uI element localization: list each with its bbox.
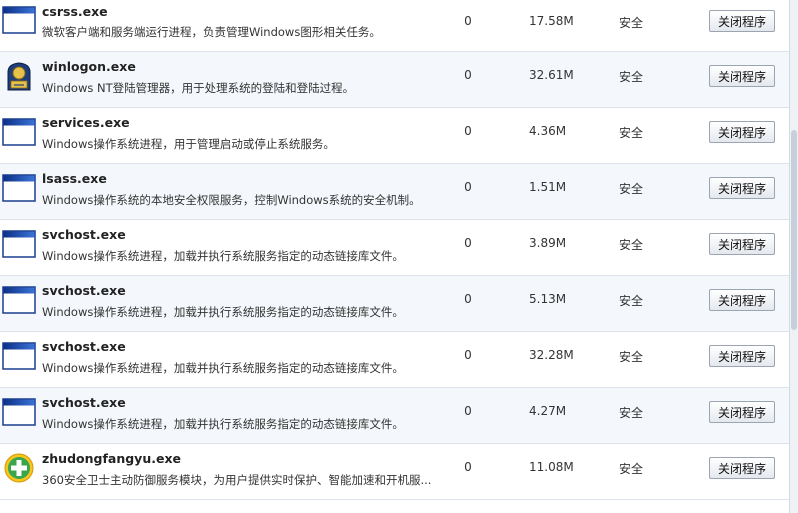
memory-usage: 32.28M [529, 348, 574, 362]
process-description: 360安全卫士主动防御服务模块，为用户提供实时保护、智能加速和开机服... [42, 473, 432, 487]
close-program-button[interactable]: 关闭程序 [709, 345, 775, 367]
memory-usage: 5.13M [529, 292, 567, 306]
process-description: Windows操作系统进程，加载并执行系统服务指定的动态链接库文件。 [42, 361, 404, 375]
close-program-button[interactable]: 关闭程序 [709, 177, 775, 199]
process-count: 0 [464, 14, 472, 28]
process-count: 0 [464, 124, 472, 138]
winlogon-icon [2, 60, 36, 92]
process-name: lsass.exe [42, 171, 107, 186]
scrollbar-thumb[interactable] [791, 130, 797, 330]
process-name: svchost.exe [42, 395, 126, 410]
close-program-button[interactable]: 关闭程序 [709, 457, 775, 479]
process-name: zhudongfangyu.exe [42, 451, 181, 466]
360-plus-icon [2, 452, 36, 484]
vertical-scrollbar[interactable] [789, 0, 798, 513]
window-icon [2, 228, 36, 260]
process-count: 0 [464, 404, 472, 418]
security-status: 安全 [619, 126, 644, 140]
security-status: 安全 [619, 406, 644, 420]
window-icon [2, 284, 36, 316]
process-name: services.exe [42, 115, 130, 130]
close-program-button[interactable]: 关闭程序 [709, 10, 775, 32]
memory-usage: 11.08M [529, 460, 574, 474]
close-program-button[interactable]: 关闭程序 [709, 289, 775, 311]
process-count: 0 [464, 180, 472, 194]
process-name: svchost.exe [42, 227, 126, 242]
process-name: svchost.exe [42, 283, 126, 298]
process-description: Windows操作系统进程，加载并执行系统服务指定的动态链接库文件。 [42, 249, 404, 263]
security-status: 安全 [619, 238, 644, 252]
window-icon [2, 340, 36, 372]
close-program-button[interactable]: 关闭程序 [709, 233, 775, 255]
process-row: svchost.exe Windows操作系统进程，加载并执行系统服务指定的动态… [0, 388, 790, 444]
process-row: svchost.exe Windows操作系统进程，加载并执行系统服务指定的动态… [0, 220, 790, 276]
close-program-button[interactable]: 关闭程序 [709, 401, 775, 423]
close-program-button[interactable]: 关闭程序 [709, 121, 775, 143]
process-description: Windows操作系统进程，用于管理启动或停止系统服务。 [42, 137, 335, 151]
process-description: Windows NT登陆管理器，用于处理系统的登陆和登陆过程。 [42, 81, 355, 95]
window-icon [2, 4, 36, 36]
security-status: 安全 [619, 16, 644, 30]
process-description: 微软客户端和服务端运行进程，负责管理Windows图形相关任务。 [42, 25, 381, 39]
process-count: 0 [464, 460, 472, 474]
process-count: 0 [464, 348, 472, 362]
process-description: Windows操作系统进程，加载并执行系统服务指定的动态链接库文件。 [42, 417, 404, 431]
memory-usage: 4.27M [529, 404, 567, 418]
process-row: svchost.exe Windows操作系统进程，加载并执行系统服务指定的动态… [0, 332, 790, 388]
process-row: zhudongfangyu.exe 360安全卫士主动防御服务模块，为用户提供实… [0, 444, 790, 500]
security-status: 安全 [619, 462, 644, 476]
close-program-button[interactable]: 关闭程序 [709, 65, 775, 87]
process-list: csrss.exe 微软客户端和服务端运行进程，负责管理Windows图形相关任… [0, 0, 790, 500]
process-row: lsass.exe Windows操作系统的本地安全权限服务，控制Windows… [0, 164, 790, 220]
process-name: csrss.exe [42, 4, 108, 19]
process-count: 0 [464, 236, 472, 250]
process-name: svchost.exe [42, 339, 126, 354]
security-status: 安全 [619, 70, 644, 84]
process-row: csrss.exe 微软客户端和服务端运行进程，负责管理Windows图形相关任… [0, 0, 790, 52]
memory-usage: 17.58M [529, 14, 574, 28]
process-description: Windows操作系统的本地安全权限服务，控制Windows系统的安全机制。 [42, 193, 421, 207]
memory-usage: 4.36M [529, 124, 567, 138]
process-row: winlogon.exe Windows NT登陆管理器，用于处理系统的登陆和登… [0, 52, 790, 108]
process-description: Windows操作系统进程，加载并执行系统服务指定的动态链接库文件。 [42, 305, 404, 319]
memory-usage: 1.51M [529, 180, 567, 194]
security-status: 安全 [619, 350, 644, 364]
security-status: 安全 [619, 182, 644, 196]
memory-usage: 32.61M [529, 68, 574, 82]
process-row: svchost.exe Windows操作系统进程，加载并执行系统服务指定的动态… [0, 276, 790, 332]
security-status: 安全 [619, 294, 644, 308]
process-count: 0 [464, 292, 472, 306]
process-row: services.exe Windows操作系统进程，用于管理启动或停止系统服务… [0, 108, 790, 164]
process-name: winlogon.exe [42, 59, 136, 74]
process-count: 0 [464, 68, 472, 82]
window-icon [2, 396, 36, 428]
memory-usage: 3.89M [529, 236, 567, 250]
window-icon [2, 116, 36, 148]
window-icon [2, 172, 36, 204]
